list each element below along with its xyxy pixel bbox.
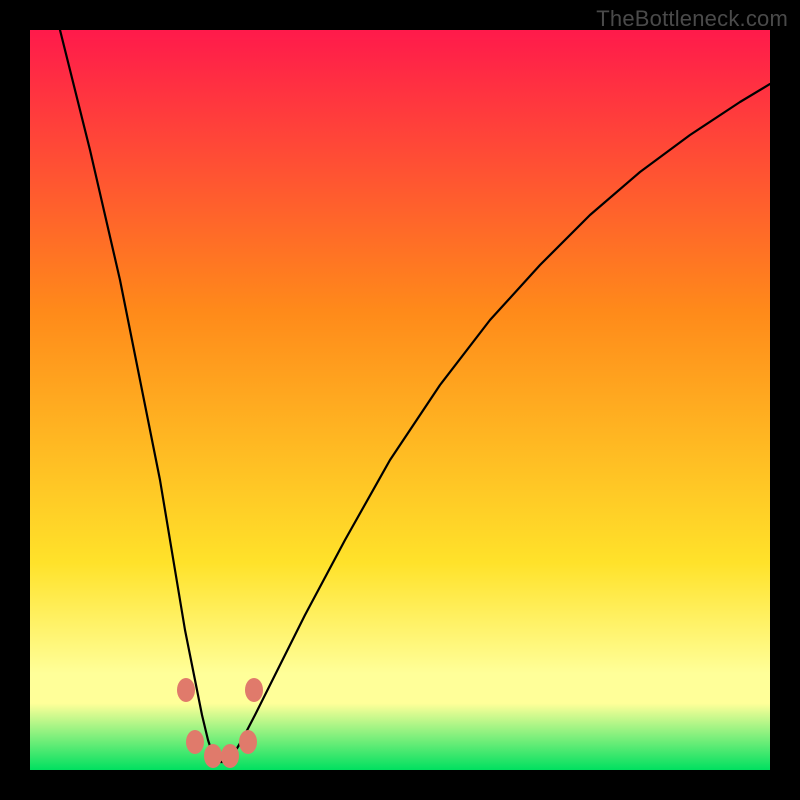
plot-area bbox=[30, 30, 770, 770]
chart-svg bbox=[30, 30, 770, 770]
dip-marker-5 bbox=[239, 730, 257, 754]
dip-marker-2 bbox=[186, 730, 204, 754]
dip-marker-0 bbox=[177, 678, 195, 702]
watermark-text: TheBottleneck.com bbox=[596, 6, 788, 32]
dip-marker-4 bbox=[221, 744, 239, 768]
dip-marker-3 bbox=[204, 744, 222, 768]
gradient-background bbox=[30, 30, 770, 770]
chart-frame: TheBottleneck.com bbox=[0, 0, 800, 800]
dip-marker-1 bbox=[245, 678, 263, 702]
